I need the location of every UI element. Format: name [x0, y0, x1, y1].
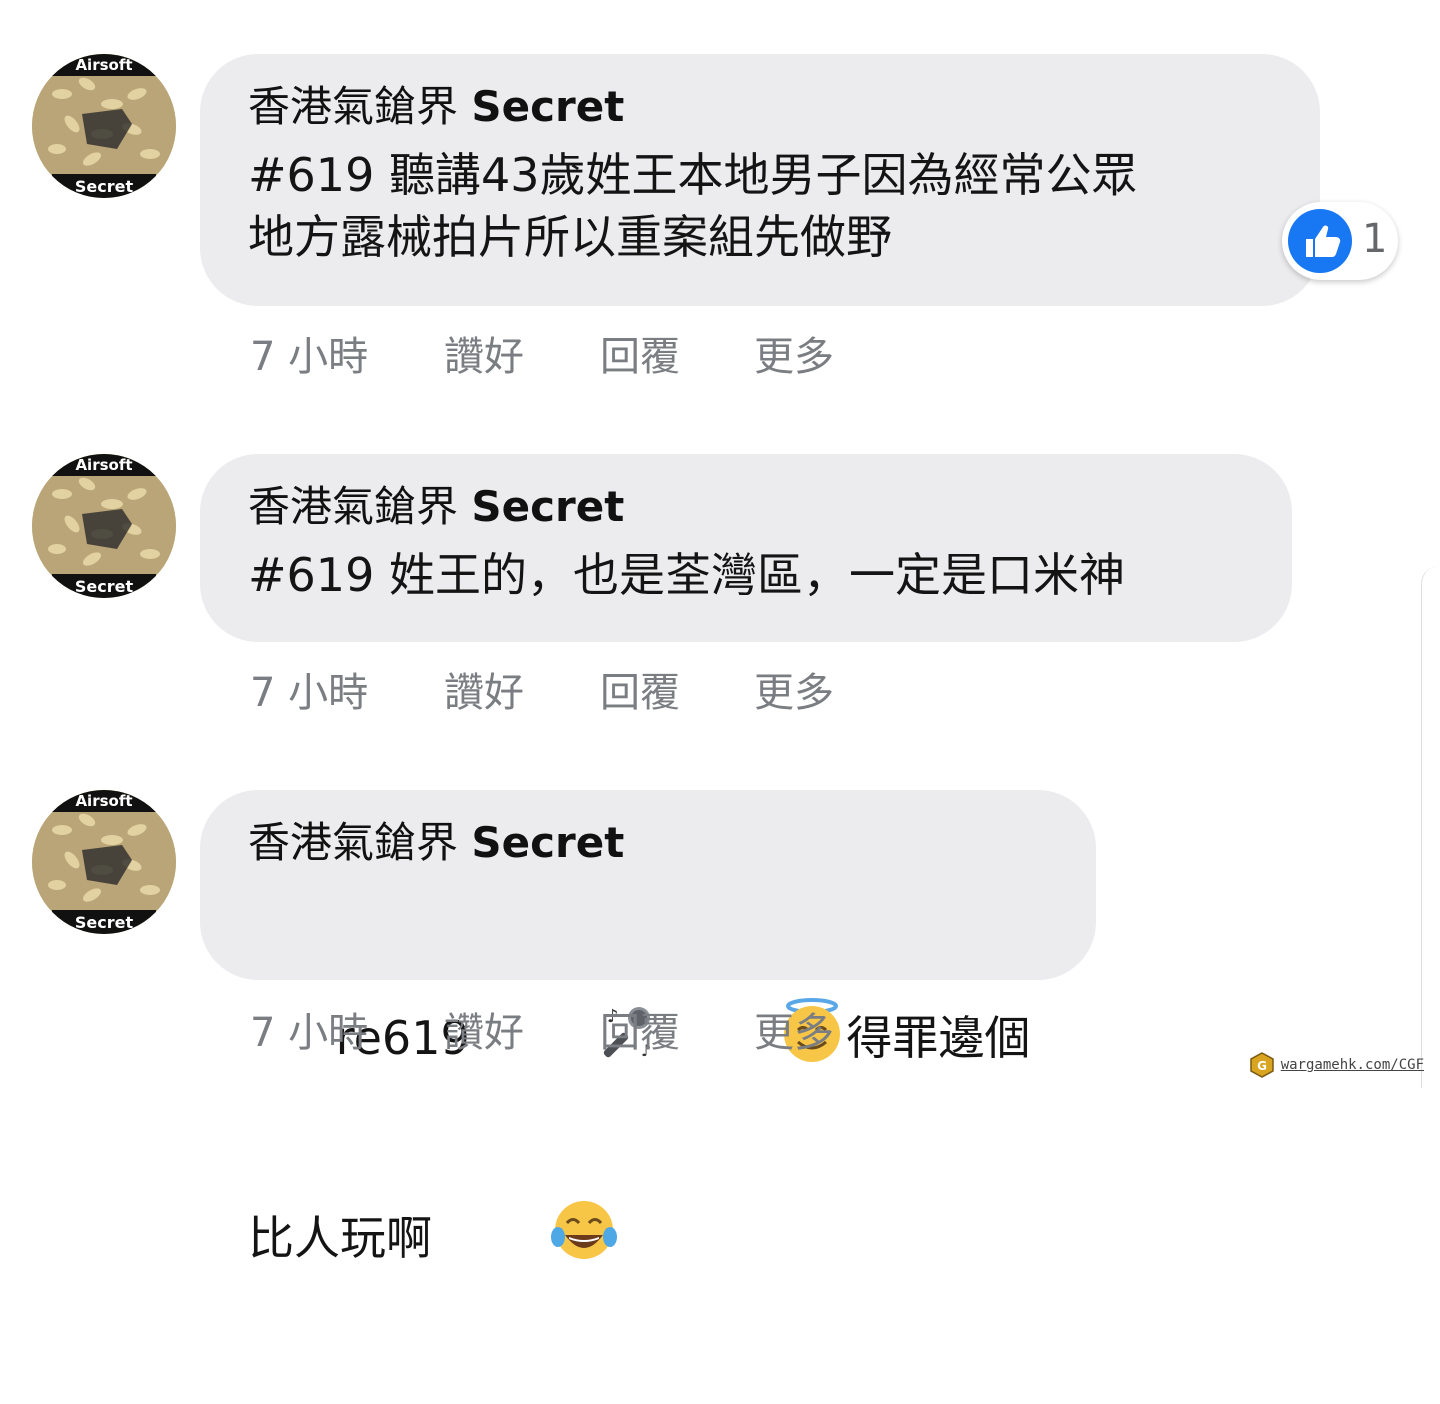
svg-text:Secret: Secret [75, 913, 134, 932]
watermark-text: wargamehk.com/CGF [1280, 1057, 1424, 1073]
timestamp[interactable]: 7 小時 [250, 324, 368, 382]
avatar[interactable]: Airsoft Secret [32, 790, 176, 934]
more-button[interactable]: 更多 [754, 1000, 834, 1058]
comment-author[interactable]: 香港氣鎗界 Secret [248, 80, 1272, 134]
reaction-count-badge[interactable]: 1 [1282, 202, 1398, 280]
comment-bubble: 香港氣鎗界 Secret re619 ♪ ♪ 得罪邊個比人玩啊 [200, 790, 1096, 1265]
like-reaction-icon [1288, 209, 1352, 273]
avatar-image: Airsoft Secret [32, 54, 176, 198]
avatar[interactable]: Airsoft Secret [32, 454, 176, 598]
reply-button[interactable]: 回覆 [600, 1000, 680, 1058]
scroll-panel-edge [1421, 566, 1440, 1088]
more-button[interactable]: 更多 [754, 324, 834, 382]
svg-text:Secret: Secret [75, 577, 134, 596]
tears-of-joy-icon [432, 1133, 619, 1342]
comment-author[interactable]: 香港氣鎗界 Secret [248, 480, 1244, 534]
like-button[interactable]: 讚好 [444, 324, 524, 382]
like-button[interactable]: 讚好 [444, 1000, 524, 1058]
avatar[interactable]: Airsoft Secret [32, 54, 176, 198]
comment-author[interactable]: 香港氣鎗界 Secret [248, 816, 1048, 870]
svg-text:G: G [1257, 1059, 1267, 1073]
more-button[interactable]: 更多 [754, 660, 834, 718]
timestamp[interactable]: 7 小時 [250, 660, 368, 718]
reply-button[interactable]: 回覆 [600, 660, 680, 718]
svg-text:Secret: Secret [75, 177, 134, 196]
comment-text: #619 姓王的，也是荃灣區，一定是口米神 [248, 548, 1125, 602]
svg-text:Airsoft: Airsoft [75, 56, 132, 74]
comment-text: #619 聽講43歲姓王本地男子因為經常公眾 地方露械拍片所以重案組先做野 [248, 148, 1138, 264]
comment-bubble: 香港氣鎗界 Secret #619 聽講43歲姓王本地男子因為經常公眾 地方露械… [200, 54, 1320, 306]
like-button[interactable]: 讚好 [444, 660, 524, 718]
reaction-count: 1 [1362, 216, 1388, 262]
comment-bubble: 香港氣鎗界 Secret #619 姓王的，也是荃灣區，一定是口米神 [200, 454, 1292, 642]
watermark: G wargamehk.com/CGF [1249, 1052, 1424, 1078]
timestamp[interactable]: 7 小時 [250, 1000, 368, 1058]
svg-text:Airsoft: Airsoft [75, 456, 132, 474]
avatar-image: Airsoft Secret [32, 454, 176, 598]
reply-button[interactable]: 回覆 [600, 324, 680, 382]
svg-text:Airsoft: Airsoft [75, 792, 132, 810]
site-logo-icon: G [1249, 1052, 1274, 1078]
comment-text: re619 ♪ ♪ 得罪邊個比人玩啊 [248, 880, 1048, 1404]
avatar-image: Airsoft Secret [32, 790, 176, 934]
